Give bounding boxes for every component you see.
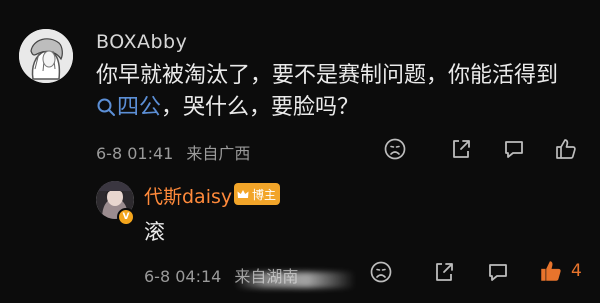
comment-text: 你早就被淘汰了，要不是赛制问题，你能活得到 四公，哭什么，要脸吗？ (96, 60, 586, 124)
verified-badge-icon: V (117, 208, 135, 226)
reply-text: 滚 (144, 220, 165, 244)
reply-like-icon[interactable] (538, 258, 564, 284)
comment-meta: 6-8 01:41 来自广西 (96, 140, 250, 164)
comment-text-rest: ，哭什么，要脸吗？ (161, 95, 360, 120)
topic-link[interactable]: 四公 (96, 95, 161, 120)
search-icon (97, 98, 115, 116)
share-icon[interactable] (448, 136, 474, 162)
commenter-avatar[interactable] (19, 29, 73, 83)
reply-share-icon[interactable] (431, 259, 457, 285)
comment-timestamp: 6-8 01:41 (96, 144, 174, 163)
comment-icon[interactable] (501, 136, 527, 162)
blogger-badge: 博主 (234, 183, 281, 205)
comment-text-line1: 你早就被淘汰了，要不是赛制问题，你能活得到 (96, 63, 559, 88)
comment-location: 来自广西 (186, 144, 251, 163)
topic-label[interactable]: 四公 (117, 95, 161, 120)
crown-icon (237, 190, 249, 198)
reply-timestamp: 6-8 04:14 (144, 267, 222, 286)
reply-sad-face-icon[interactable] (368, 259, 394, 285)
blogger-badge-label: 博主 (252, 187, 277, 202)
reply-like-count: 4 (571, 261, 582, 281)
watermark-overlay (235, 272, 355, 288)
reply-username[interactable]: 代斯daisy (144, 182, 232, 209)
sad-face-icon[interactable] (382, 136, 408, 162)
reply-comment-icon[interactable] (485, 259, 511, 285)
like-icon[interactable] (553, 136, 579, 162)
commenter-username[interactable]: BOXAbby (96, 31, 187, 53)
comment-text-line2: 四公，哭什么，要脸吗？ (96, 92, 586, 124)
